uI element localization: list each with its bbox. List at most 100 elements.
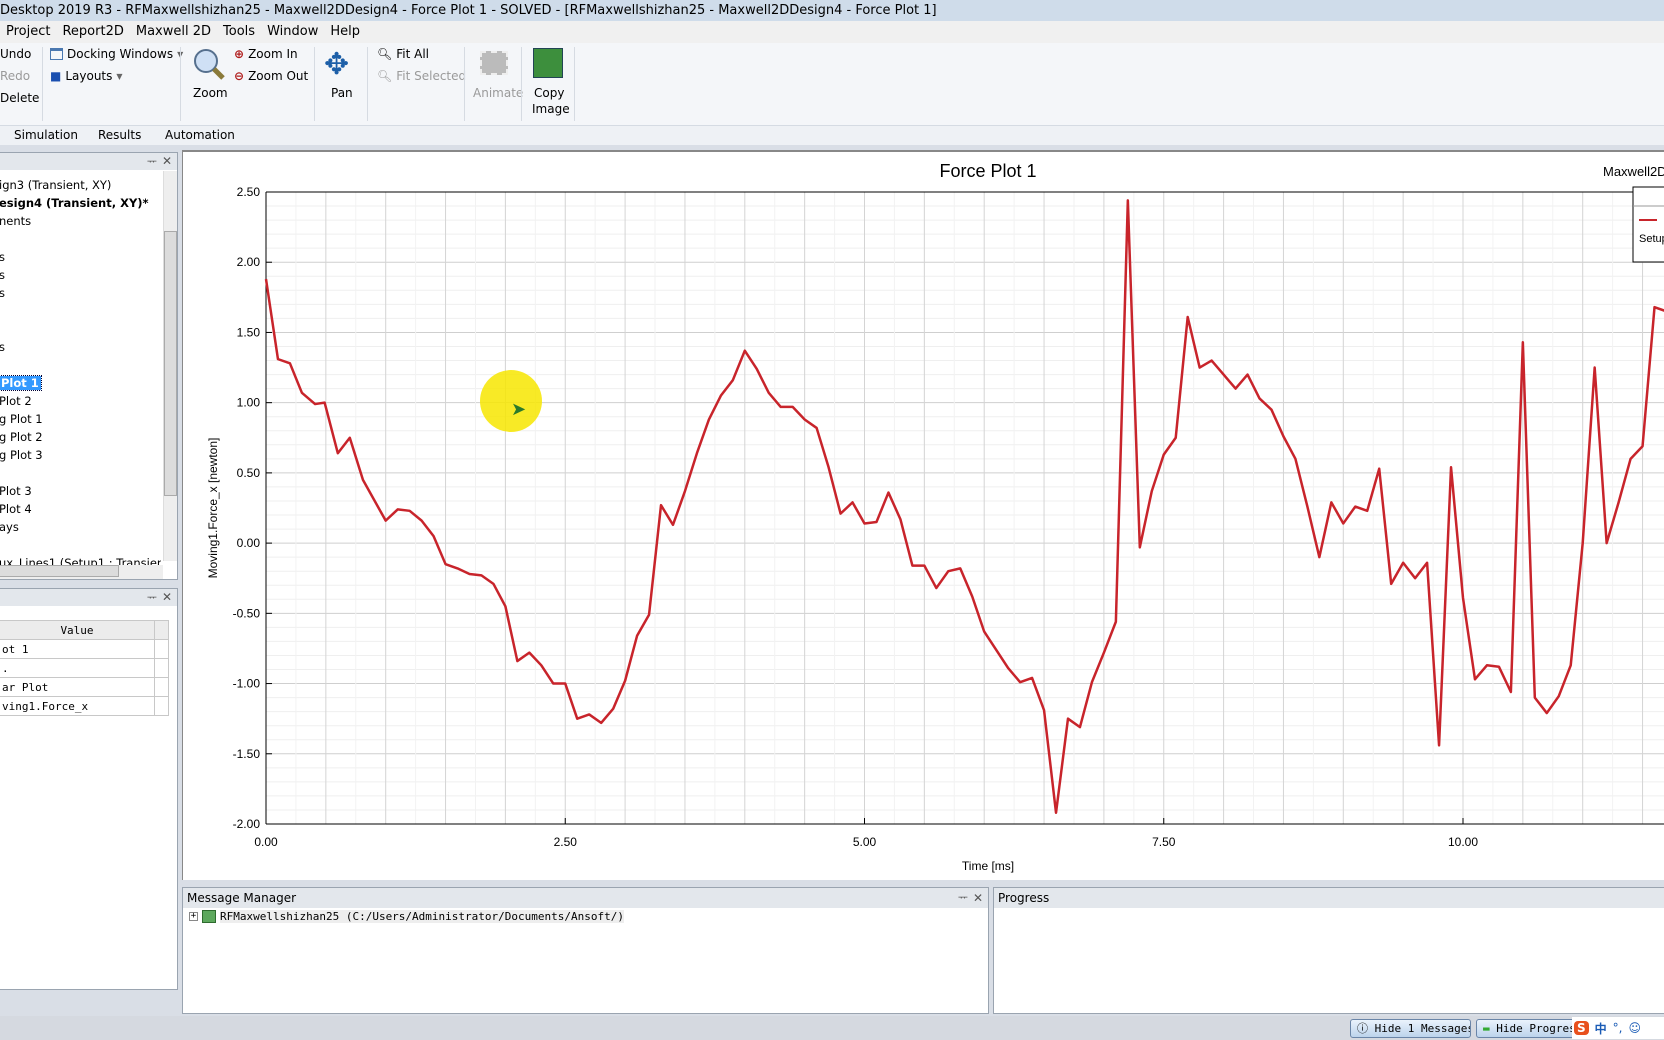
- redo-label: Redo: [0, 69, 31, 83]
- copy-image-button[interactable]: Copy: [534, 86, 564, 100]
- message-manager-panel: Message Manager ᅲ ✕ + RFMaxwellshizhan25 (…: [182, 887, 989, 1014]
- copy-image-label: Copy: [534, 86, 565, 100]
- x-tick-label: 2.50: [554, 835, 578, 849]
- progress-icon: ▬: [1483, 1022, 1497, 1035]
- pin-icon[interactable]: ᅲ: [958, 888, 968, 908]
- property-value[interactable]: .: [0, 658, 155, 678]
- message-manager-title: Message Manager: [187, 891, 297, 905]
- menu-tools[interactable]: Tools: [217, 21, 261, 43]
- tree-item[interactable]: Plot 3: [0, 482, 161, 500]
- close-icon[interactable]: ✕: [162, 153, 172, 170]
- tree-item[interactable]: [0, 230, 161, 248]
- tree-item-label: g Plot 3: [0, 448, 43, 462]
- tree-item[interactable]: [0, 320, 161, 338]
- hide-progress-label: Hide Progress: [1496, 1022, 1583, 1035]
- tree-item[interactable]: s: [0, 284, 161, 302]
- delete-button[interactable]: Delete: [0, 91, 39, 105]
- punctuation-icon[interactable]: °,: [1613, 1021, 1623, 1035]
- docking-label: Docking Windows: [67, 47, 174, 61]
- tab-simulation[interactable]: Simulation: [14, 126, 78, 145]
- pan-button[interactable]: Pan: [331, 86, 353, 100]
- fit-all-button[interactable]: 🔍︎ Fit All: [377, 47, 429, 61]
- ime-mode[interactable]: 中: [1595, 1020, 1607, 1037]
- redo-button[interactable]: Redo: [0, 69, 30, 83]
- message-item[interactable]: + RFMaxwellshizhan25 (C:/Users/Administr…: [183, 908, 988, 925]
- toolbar: Undo Redo Delete Docking Windows▼ ■Layou…: [0, 43, 1664, 126]
- tree-item[interactable]: ign3 (Transient, XY): [0, 176, 161, 194]
- menu-project[interactable]: Project: [0, 21, 56, 43]
- scrollbar-thumb[interactable]: [164, 231, 177, 496]
- pan-label: Pan: [331, 86, 353, 100]
- undo-button[interactable]: Undo: [0, 47, 31, 61]
- tree-item[interactable]: [0, 356, 161, 374]
- tree-item[interactable]: s: [0, 338, 161, 356]
- tree-item[interactable]: [0, 464, 161, 482]
- progress-panel: Progress: [993, 887, 1664, 1014]
- property-value[interactable]: ar Plot: [0, 677, 155, 697]
- x-tick-label: 5.00: [853, 835, 877, 849]
- x-axis-label: Time [ms]: [962, 859, 1014, 873]
- force-plot-chart[interactable]: 2.50 2.00 1.50 1.00 0.50 0.00 -0.50 -1.00 -1.50 -…: [183, 152, 1664, 880]
- tree-item-label: Plot 4: [0, 502, 32, 516]
- fit-selected-button[interactable]: 🔍︎ Fit Selected: [377, 69, 466, 83]
- chart-subtitle: Maxwell2D: [1603, 164, 1664, 179]
- tree-vertical-scrollbar[interactable]: [163, 171, 177, 561]
- tree-item[interactable]: g Plot 2: [0, 428, 161, 446]
- expand-icon[interactable]: +: [189, 912, 198, 921]
- tree-item[interactable]: g Plot 1: [0, 410, 161, 428]
- tree-item[interactable]: Plot 1: [0, 374, 161, 392]
- close-icon[interactable]: ✕: [973, 888, 983, 908]
- tree-item[interactable]: ays: [0, 518, 161, 536]
- x-tick-label: 7.50: [1152, 835, 1176, 849]
- menu-report2d[interactable]: Report2D: [56, 21, 129, 43]
- tree-item[interactable]: g Plot 3: [0, 446, 161, 464]
- property-value[interactable]: ot 1: [0, 639, 155, 659]
- tree-horizontal-scrollbar[interactable]: [0, 565, 163, 579]
- y-axis-label: Moving1.Force_x [newton]: [206, 438, 220, 579]
- animate-button[interactable]: Animate: [473, 86, 523, 100]
- zoom-in-icon: ⊕: [234, 47, 245, 61]
- tree-item[interactable]: Plot 2: [0, 392, 161, 410]
- hide-messages-button[interactable]: ⓘ Hide 1 Messages: [1350, 1019, 1471, 1038]
- zoom-out-label: Zoom Out: [248, 69, 309, 83]
- menu-help[interactable]: Help: [324, 21, 366, 43]
- tree-item[interactable]: [0, 302, 161, 320]
- tab-automation[interactable]: Automation: [165, 126, 235, 145]
- properties-panel-header: ᅲ ✕: [0, 589, 177, 606]
- emoji-icon[interactable]: ☺: [1629, 1021, 1642, 1035]
- layouts-button[interactable]: ■ Layouts ▼: [50, 69, 123, 83]
- plot-window[interactable]: 2.50 2.00 1.50 1.00 0.50 0.00 -0.50 -1.00 -1.50 -…: [182, 150, 1664, 880]
- zoom-in-button[interactable]: ⊕ Zoom In: [234, 47, 298, 61]
- tree-item[interactable]: Plot 4: [0, 500, 161, 518]
- tree-item[interactable]: nents: [0, 212, 161, 230]
- menu-maxwell2d[interactable]: Maxwell 2D: [130, 21, 217, 43]
- zoom-magnifier-icon[interactable]: [192, 47, 226, 81]
- tree-item[interactable]: s: [0, 248, 161, 266]
- tree-item-label: g Plot 2: [0, 430, 43, 444]
- ime-toolbar[interactable]: S 中 °, ☺: [1572, 1017, 1664, 1039]
- close-icon[interactable]: ✕: [162, 589, 172, 606]
- y-tick-label: -1.50: [233, 747, 261, 761]
- fit-selected-icon: 🔍︎: [377, 69, 393, 83]
- x-tick-label: 0.00: [254, 835, 278, 849]
- menu-window[interactable]: Window: [261, 21, 324, 43]
- pin-icon[interactable]: ᅲ: [147, 153, 157, 170]
- pin-icon[interactable]: ᅲ: [147, 589, 157, 606]
- tree-item-label: Plot 1: [0, 375, 42, 391]
- pan-arrows-icon[interactable]: ✥: [324, 49, 349, 81]
- tree-item-label: Plot 2: [0, 394, 32, 408]
- y-tick-label: -2.00: [233, 817, 261, 831]
- tab-results[interactable]: Results: [98, 126, 141, 145]
- tree-item[interactable]: [0, 536, 161, 554]
- zoom-out-button[interactable]: ⊖ Zoom Out: [234, 69, 308, 83]
- legend-entry: Setup: [1639, 233, 1664, 245]
- y-tick-label: -0.50: [233, 606, 261, 620]
- tree-item[interactable]: esign4 (Transient, XY)*: [0, 194, 161, 212]
- tree-item[interactable]: s: [0, 266, 161, 284]
- zoom-button[interactable]: Zoom: [193, 86, 228, 100]
- property-value[interactable]: ving1.Force_x: [0, 696, 155, 716]
- scrollbar-thumb[interactable]: [0, 565, 119, 577]
- docking-windows-button[interactable]: Docking Windows▼: [50, 47, 183, 61]
- window-title: Desktop 2019 R3 - RFMaxwellshizhan25 - M…: [0, 0, 1664, 21]
- message-manager-header: Message Manager ᅲ ✕: [183, 888, 988, 908]
